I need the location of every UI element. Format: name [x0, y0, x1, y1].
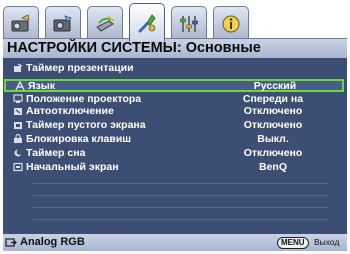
- menu-item-key-lock[interactable]: Блокировка клавиш Выкл.: [3, 133, 347, 145]
- timer-icon: [14, 63, 23, 72]
- exit-label: Выход: [314, 237, 340, 247]
- menu-item-label: Язык: [28, 80, 55, 92]
- system-setup-icon: [138, 13, 156, 32]
- menu-key-hint[interactable]: MENU: [277, 237, 309, 249]
- language-icon: [15, 81, 25, 91]
- auto-off-icon: [14, 108, 22, 115]
- blank-timer-icon: [14, 122, 22, 129]
- input-source-label: Analog RGB: [20, 236, 85, 248]
- picture-settings-icon: [53, 14, 72, 31]
- menu-item-label: Положение проектора: [26, 93, 142, 105]
- menu-item-value: Отключено: [243, 119, 303, 131]
- menu-item-language[interactable]: Язык Русский: [4, 79, 344, 92]
- menu-item-value: BenQ: [258, 161, 287, 173]
- page-title: НАСТРОЙКИ СИСТЕМЫ: Основные: [3, 38, 347, 58]
- key-lock-icon: [14, 134, 22, 143]
- divider: [33, 183, 328, 184]
- tab-picture[interactable]: [45, 6, 81, 40]
- menu-item-projector-position[interactable]: Положение проектора Спереди на: [3, 93, 347, 105]
- tab-display[interactable]: [3, 6, 39, 40]
- menu-item-value: Отключено: [243, 147, 303, 159]
- splash-screen-icon: [13, 162, 23, 172]
- osd-menu: НАСТРОЙКИ СИСТЕМЫ: Основные Таймер презе…: [0, 0, 350, 254]
- menu-item-label: Таймер презентации: [26, 62, 134, 74]
- source-icon: [96, 14, 115, 32]
- divider: [33, 195, 328, 196]
- divider: [33, 207, 328, 208]
- menu-item-auto-off[interactable]: Автоотключение Отключено: [3, 105, 347, 117]
- input-source-icon: [5, 238, 17, 247]
- menu-item-label: Таймер сна: [26, 147, 86, 159]
- display-icon: [11, 13, 30, 31]
- menu-item-splash-screen[interactable]: Начальный экран BenQ: [3, 161, 347, 173]
- menu-item-label: Начальный экран: [26, 161, 119, 173]
- information-icon: [222, 15, 240, 32]
- menu-item-blank-timer[interactable]: Таймер пустого экрана Отключено: [3, 119, 347, 131]
- menu-panel: Таймер презентации Язык Русский Положени…: [3, 58, 347, 234]
- menu-item-value: Отключено: [243, 105, 303, 117]
- sleep-timer-icon: [14, 149, 23, 157]
- tab-source[interactable]: [87, 6, 123, 40]
- tab-advanced[interactable]: [171, 6, 207, 40]
- menu-item-label: Блокировка клавиш: [26, 133, 132, 145]
- menu-item-label: Автоотключение: [26, 105, 114, 117]
- status-bar: Analog RGB MENU Выход: [3, 234, 347, 251]
- tab-information[interactable]: [213, 6, 249, 40]
- menu-item-value: Спереди на: [242, 93, 304, 105]
- menu-item-presentation-timer[interactable]: Таймер презентации: [3, 62, 347, 74]
- tab-system-setup[interactable]: [129, 3, 165, 41]
- projector-position-icon: [13, 94, 23, 103]
- divider: [33, 219, 328, 220]
- menu-item-sleep-timer[interactable]: Таймер сна Отключено: [3, 147, 347, 159]
- menu-item-label: Таймер пустого экрана: [26, 119, 146, 131]
- advanced-settings-icon: [180, 15, 198, 32]
- menu-item-value: Выкл.: [257, 133, 289, 145]
- menu-item-value: Русский: [253, 80, 297, 92]
